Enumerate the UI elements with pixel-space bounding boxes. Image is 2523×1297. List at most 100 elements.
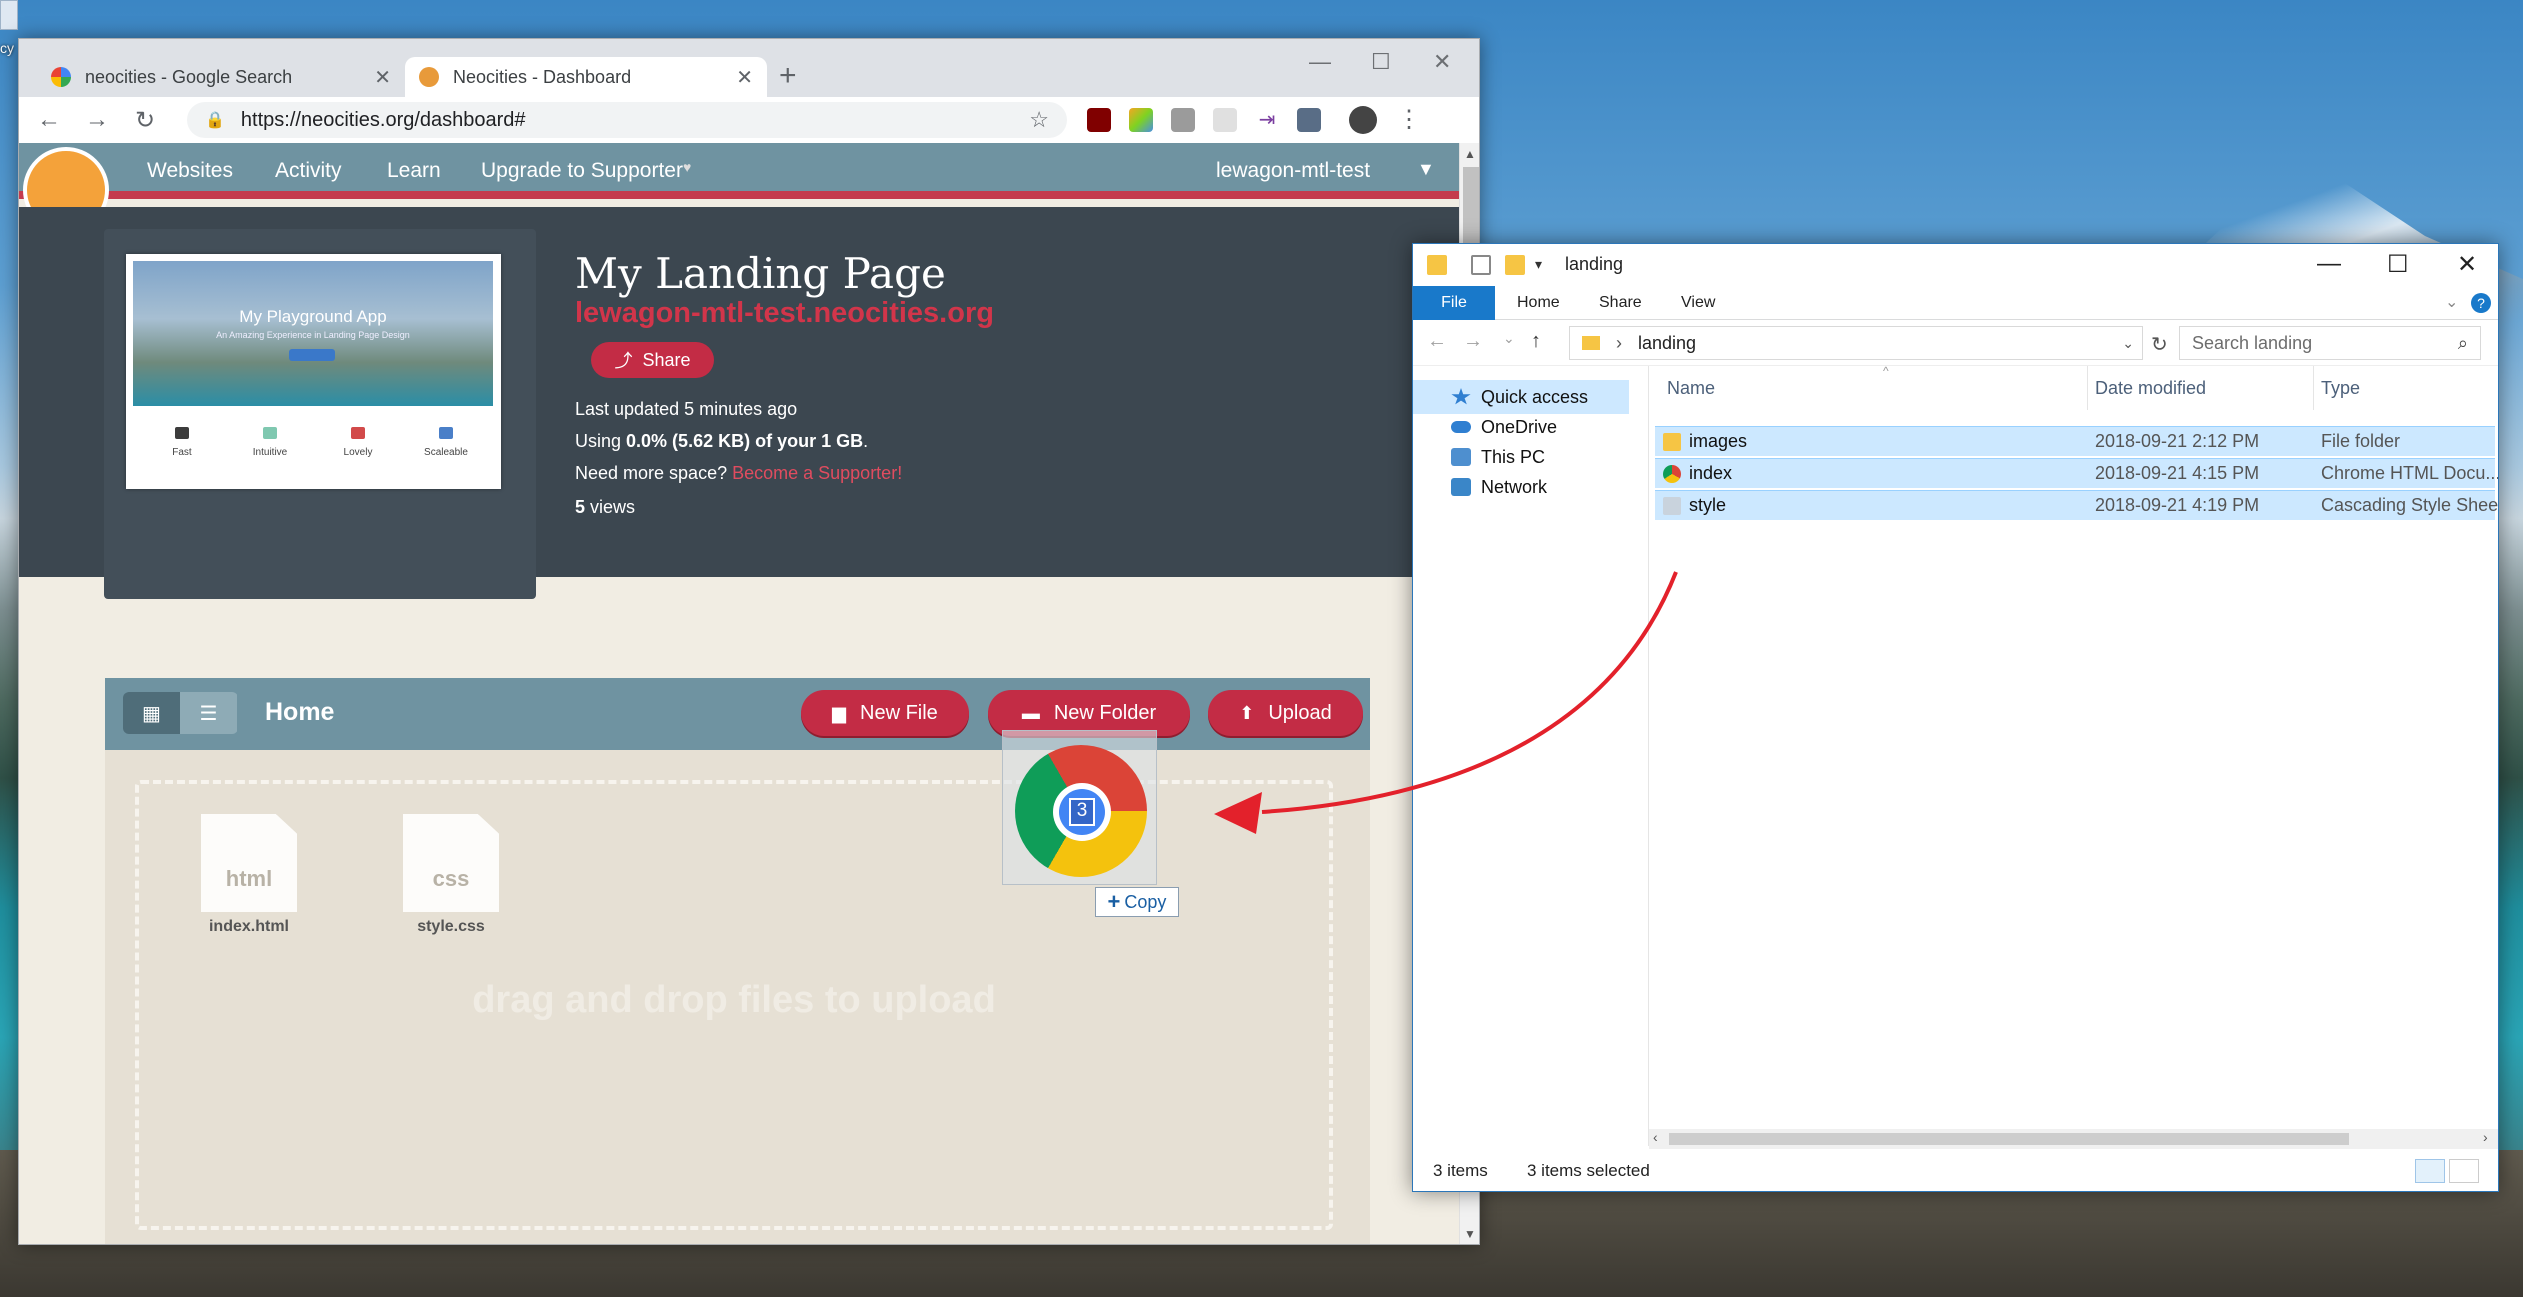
file-name: index bbox=[1689, 463, 1733, 483]
ublock-extension-icon[interactable] bbox=[1087, 108, 1111, 132]
share-button[interactable]: ⤴ Share bbox=[591, 342, 714, 378]
ribbon-share-tab[interactable]: Share bbox=[1599, 294, 1642, 312]
grid-view-icon[interactable]: ▦ bbox=[123, 692, 180, 734]
scroll-down-icon[interactable]: ▼ bbox=[1464, 1227, 1476, 1241]
profile-avatar[interactable] bbox=[1349, 106, 1377, 134]
extension-icon[interactable] bbox=[1171, 108, 1195, 132]
maximize-button[interactable]: ☐ bbox=[1371, 49, 1391, 75]
bookmark-star-icon[interactable]: ☆ bbox=[1029, 107, 1049, 133]
new-file-button[interactable]: ▆ New File bbox=[801, 690, 969, 736]
file-explorer-window: ▾ landing — ☐ ✕ File Home Share View ⌄ ?… bbox=[1412, 243, 2499, 1192]
network-icon bbox=[1451, 478, 1471, 496]
column-divider[interactable] bbox=[2313, 366, 2314, 410]
drag-count-badge: 3 bbox=[1069, 798, 1095, 826]
file-row[interactable]: style 2018-09-21 4:19 PM Cascading Style… bbox=[1655, 490, 2498, 520]
color-extension-icon[interactable] bbox=[1129, 108, 1153, 132]
explorer-address-bar[interactable]: › landing ⌄ bbox=[1569, 326, 2143, 360]
desktop-file-icon[interactable] bbox=[0, 0, 18, 30]
close-window-button[interactable]: ✕ bbox=[2457, 250, 2477, 279]
address-bar[interactable]: 🔒 https://neocities.org/dashboard# ☆ bbox=[187, 102, 1067, 138]
chrome-icon bbox=[1663, 464, 1681, 483]
ribbon-home-tab[interactable]: Home bbox=[1517, 294, 1560, 312]
ribbon-view-tab[interactable]: View bbox=[1681, 294, 1715, 312]
copy-tooltip: + Copy bbox=[1095, 887, 1179, 917]
column-name[interactable]: Name bbox=[1667, 378, 1715, 399]
dropper-extension-icon[interactable] bbox=[1297, 108, 1321, 132]
chevron-down-icon[interactable]: ▼ bbox=[1417, 159, 1435, 180]
expand-ribbon-icon[interactable]: ⌄ bbox=[2445, 292, 2458, 312]
list-view-icon[interactable]: ☰ bbox=[180, 692, 237, 734]
close-tab-icon[interactable]: ✕ bbox=[374, 65, 391, 90]
refresh-icon[interactable]: ↻ bbox=[2151, 332, 2168, 357]
nav-onedrive[interactable]: OneDrive bbox=[1431, 410, 1647, 444]
nav-learn[interactable]: Learn bbox=[387, 159, 441, 183]
extension-icon[interactable] bbox=[1213, 108, 1237, 132]
properties-icon[interactable] bbox=[1471, 255, 1491, 275]
forward-button[interactable]: → bbox=[1463, 330, 1483, 353]
scroll-left-icon[interactable]: ‹ bbox=[1653, 1129, 1658, 1145]
horizontal-scrollbar[interactable]: ‹ › bbox=[1649, 1129, 2498, 1149]
nav-upgrade[interactable]: Upgrade to Supporter♥ bbox=[481, 159, 691, 183]
nav-upgrade-label: Upgrade to Supporter bbox=[481, 159, 683, 182]
become-supporter-link[interactable]: Become a Supporter! bbox=[732, 463, 902, 483]
nav-websites[interactable]: Websites bbox=[147, 159, 233, 183]
nav-this-pc[interactable]: This PC bbox=[1431, 440, 1647, 474]
up-folder-button[interactable]: ↑ bbox=[1531, 330, 1541, 353]
tab-google-search[interactable]: neocities - Google Search ✕ bbox=[37, 57, 405, 97]
reload-button[interactable]: ↻ bbox=[121, 106, 169, 135]
chrome-menu-icon[interactable]: ⋮ bbox=[1397, 105, 1421, 134]
star-icon bbox=[1451, 388, 1471, 405]
minimize-button[interactable]: — bbox=[2317, 250, 2341, 278]
breadcrumb[interactable]: landing bbox=[1638, 333, 1696, 354]
file-row[interactable]: images 2018-09-21 2:12 PM File folder bbox=[1655, 426, 2495, 456]
recent-locations-icon[interactable]: ⌄ bbox=[1503, 330, 1515, 347]
file-item[interactable]: css style.css bbox=[391, 814, 511, 936]
folder-icon bbox=[1582, 336, 1600, 350]
column-type[interactable]: Type bbox=[2321, 378, 2360, 399]
large-icons-view-icon[interactable] bbox=[2449, 1159, 2479, 1183]
column-divider[interactable] bbox=[2087, 366, 2088, 410]
folder-icon: ▬ bbox=[1021, 702, 1040, 723]
new-folder-icon[interactable] bbox=[1505, 255, 1525, 275]
scrollbar-thumb[interactable] bbox=[1669, 1133, 2349, 1145]
maximize-button[interactable]: ☐ bbox=[2387, 250, 2409, 279]
scroll-up-icon[interactable]: ▲ bbox=[1464, 147, 1476, 161]
window-title: landing bbox=[1565, 254, 1624, 274]
nav-quick-access[interactable]: Quick access bbox=[1413, 380, 1629, 414]
tab-extension-icon[interactable]: ⇥ bbox=[1255, 108, 1279, 132]
file-item[interactable]: html index.html bbox=[189, 814, 309, 936]
tab-neocities-dashboard[interactable]: Neocities - Dashboard ✕ bbox=[405, 57, 767, 97]
chevron-down-icon[interactable]: ⌄ bbox=[2122, 335, 2134, 352]
column-date-modified[interactable]: Date modified bbox=[2095, 378, 2206, 399]
nav-network[interactable]: Network bbox=[1431, 470, 1647, 504]
quick-access-dropdown-icon[interactable]: ▾ bbox=[1535, 256, 1542, 273]
neocities-navbar: Websites Activity Learn Upgrade to Suppo… bbox=[19, 143, 1459, 199]
file-name: style bbox=[1689, 495, 1727, 515]
close-tab-icon[interactable]: ✕ bbox=[736, 65, 753, 90]
search-input[interactable]: Search landing ⌕ bbox=[2179, 326, 2481, 360]
help-icon[interactable]: ? bbox=[2471, 293, 2491, 313]
file-row[interactable]: index 2018-09-21 4:15 PM Chrome HTML Doc… bbox=[1655, 458, 2498, 488]
forward-button[interactable]: → bbox=[73, 106, 121, 134]
google-g-icon bbox=[51, 67, 71, 87]
tab-title: Neocities - Dashboard bbox=[453, 66, 632, 87]
details-view-icon[interactable] bbox=[2415, 1159, 2445, 1183]
upload-button[interactable]: ⬆ Upload bbox=[1208, 690, 1363, 736]
file-type: Chrome HTML Docu... bbox=[2321, 463, 2499, 483]
minimize-button[interactable]: — bbox=[1309, 49, 1331, 75]
ribbon-file-tab[interactable]: File bbox=[1413, 286, 1495, 320]
back-button[interactable]: ← bbox=[1427, 330, 1447, 353]
close-window-button[interactable]: ✕ bbox=[1433, 49, 1451, 75]
new-tab-button[interactable]: + bbox=[779, 59, 797, 93]
back-button[interactable]: ← bbox=[25, 106, 73, 134]
view-count: 5 views bbox=[575, 497, 636, 517]
desktop-icon-label: cy bbox=[0, 40, 14, 56]
css-file-icon bbox=[1663, 496, 1681, 515]
nav-activity[interactable]: Activity bbox=[275, 159, 342, 183]
user-menu[interactable]: lewagon-mtl-test bbox=[1216, 159, 1370, 183]
site-screenshot[interactable]: My Playground App An Amazing Experience … bbox=[126, 254, 501, 489]
folder-icon bbox=[1663, 432, 1681, 451]
site-url-link[interactable]: lewagon-mtl-test.neocities.org bbox=[575, 297, 994, 330]
scroll-right-icon[interactable]: › bbox=[2483, 1129, 2488, 1145]
site-title: My Landing Page bbox=[575, 249, 946, 298]
